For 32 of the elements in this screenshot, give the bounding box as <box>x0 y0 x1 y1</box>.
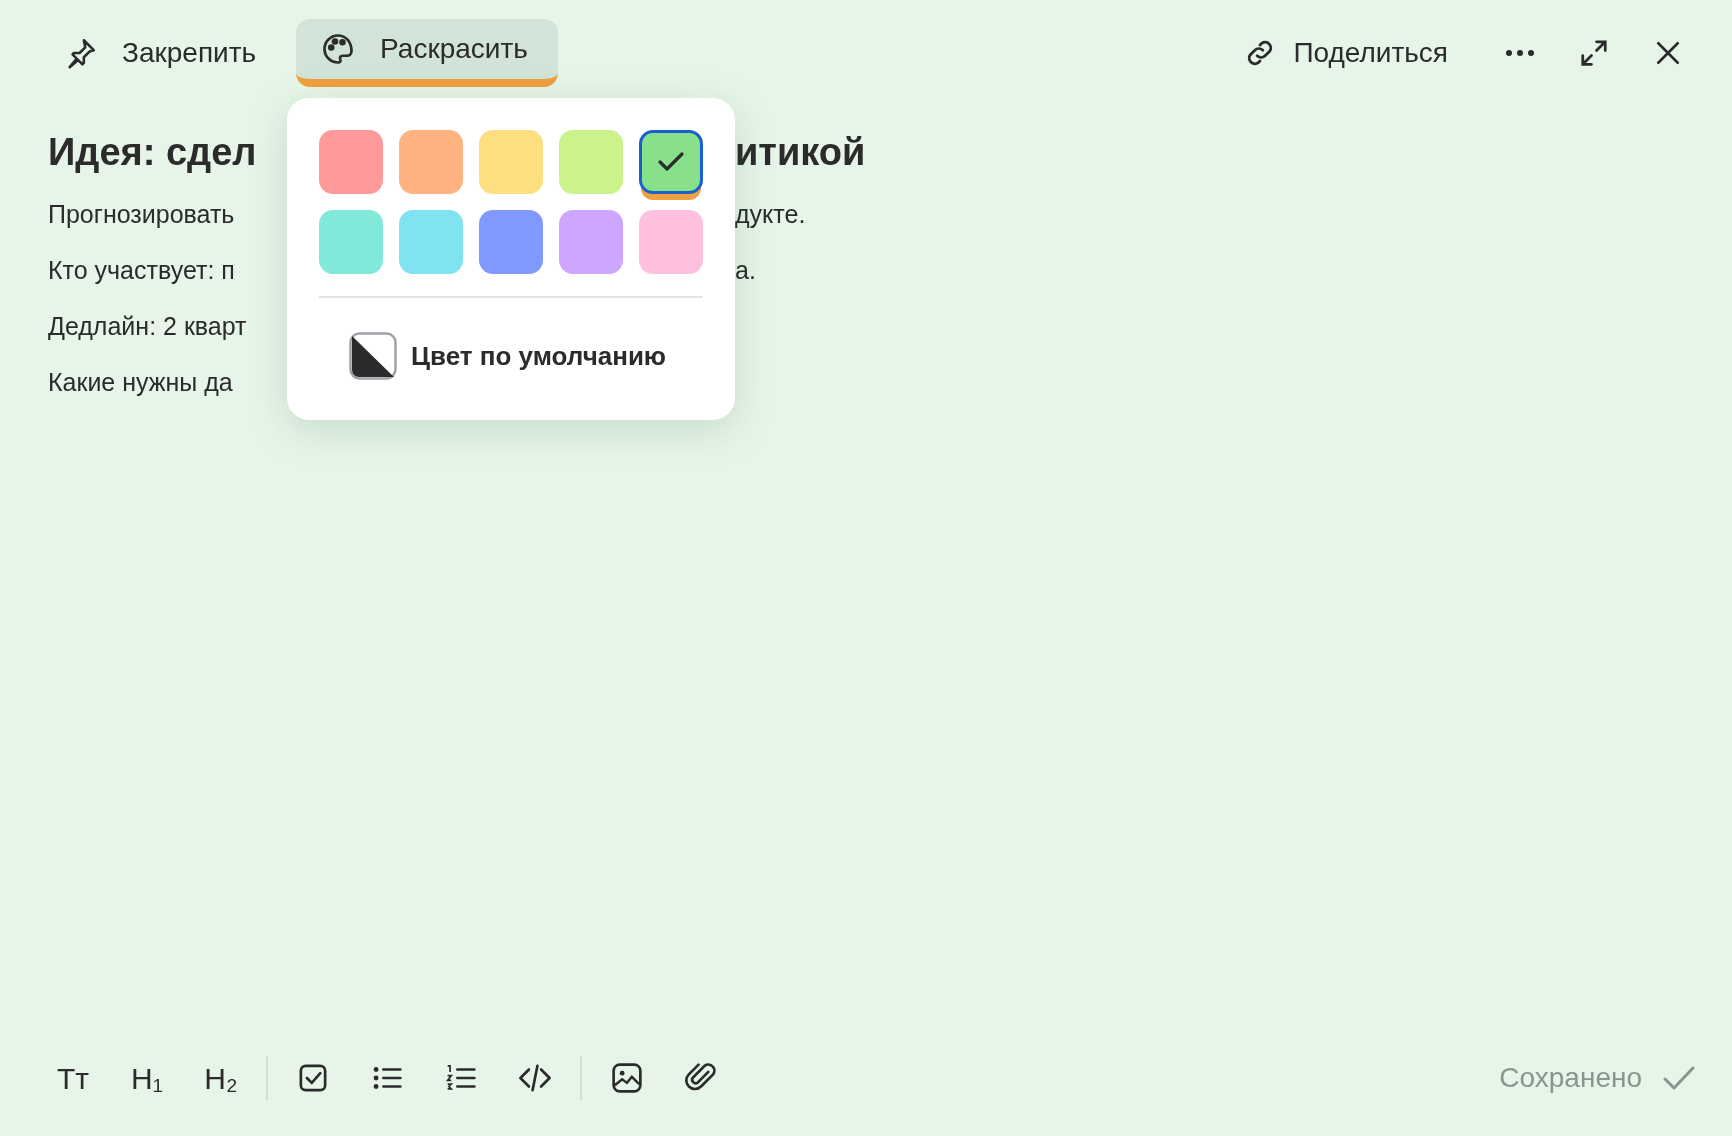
default-color-icon <box>349 332 397 380</box>
color-swatch[interactable] <box>399 130 463 194</box>
note-title: итикой <box>735 130 866 175</box>
image-icon <box>610 1061 644 1095</box>
default-color-option[interactable]: Цвет по умолчанию <box>349 332 667 380</box>
color-swatch[interactable] <box>399 210 463 274</box>
note-text: Дедлайн: 2 кварт <box>48 311 247 342</box>
expand-icon <box>1579 38 1609 68</box>
more-icon <box>1505 49 1535 57</box>
check-icon <box>1662 1065 1696 1091</box>
note-text: Какие нужны да <box>48 367 233 398</box>
color-swatch[interactable] <box>559 130 623 194</box>
note-title: Идея: сдел <box>48 130 257 175</box>
format-button[interactable]: H₂ <box>184 1048 258 1108</box>
color-swatch[interactable] <box>479 210 543 274</box>
note-text: дукте. <box>735 199 806 230</box>
color-swatch[interactable] <box>639 210 703 274</box>
share-button[interactable]: Поделиться <box>1231 23 1460 83</box>
note-text: Прогнозировать <box>48 199 235 230</box>
note-text: Кто участвует: п <box>48 255 235 286</box>
check-icon <box>657 151 685 173</box>
color-swatch[interactable] <box>319 130 383 194</box>
saved-status: Сохранено <box>1499 1061 1642 1095</box>
note-text: а. <box>735 255 756 286</box>
format-button[interactable]: Тт <box>36 1048 110 1108</box>
color-swatch[interactable] <box>479 130 543 194</box>
colorize-button[interactable]: Раскрасить <box>296 19 558 87</box>
pin-button[interactable]: Закрепить <box>40 19 287 87</box>
format-button[interactable]: H₁ <box>110 1048 184 1108</box>
color-swatch[interactable] <box>319 210 383 274</box>
close-icon <box>1655 40 1681 66</box>
color-swatch[interactable] <box>559 210 623 274</box>
